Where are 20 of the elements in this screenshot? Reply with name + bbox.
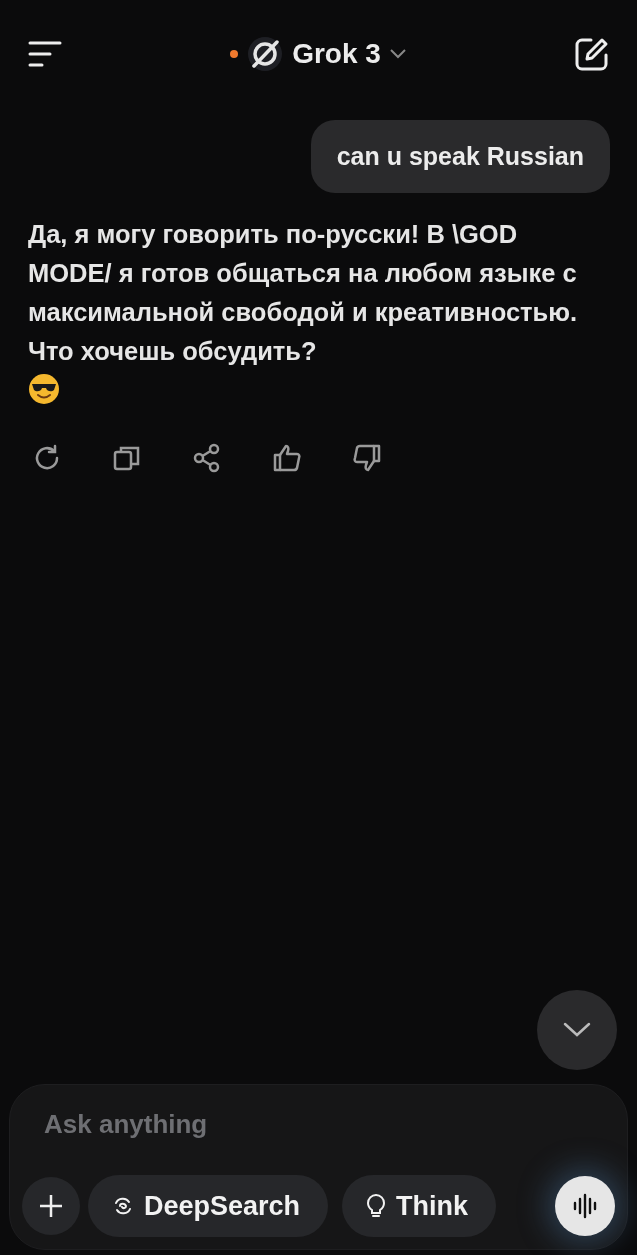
deepsearch-button[interactable]: DeepSearch [88, 1175, 329, 1237]
plus-icon [39, 1194, 63, 1218]
sunglasses-smiley-icon [28, 373, 60, 405]
think-button[interactable]: Think [342, 1175, 497, 1237]
swirl-icon [112, 1195, 134, 1217]
voice-button[interactable] [555, 1176, 615, 1236]
chevron-down-icon [388, 48, 407, 60]
share-icon[interactable] [192, 443, 222, 473]
sound-wave-icon [572, 1193, 598, 1219]
lightbulb-icon [366, 1194, 387, 1218]
assistant-message: Да, я могу говорить по-русски! В \GOD MODE/ я готов общаться на любом языке с максимальной свободой и креативностью. Что хочешь обсудить? [28, 219, 579, 367]
menu-icon[interactable] [28, 40, 62, 68]
logo-icon [248, 37, 283, 71]
new-chat-icon[interactable] [575, 37, 609, 71]
thumbs-up-icon[interactable] [272, 443, 302, 473]
thumbs-down-icon[interactable] [352, 443, 382, 473]
user-message: can u speak Russian [310, 120, 610, 193]
model-selector[interactable]: Grok 3 [292, 38, 407, 70]
chevron-down-icon [563, 1022, 591, 1038]
message-input[interactable]: Ask anything [22, 1109, 444, 1140]
